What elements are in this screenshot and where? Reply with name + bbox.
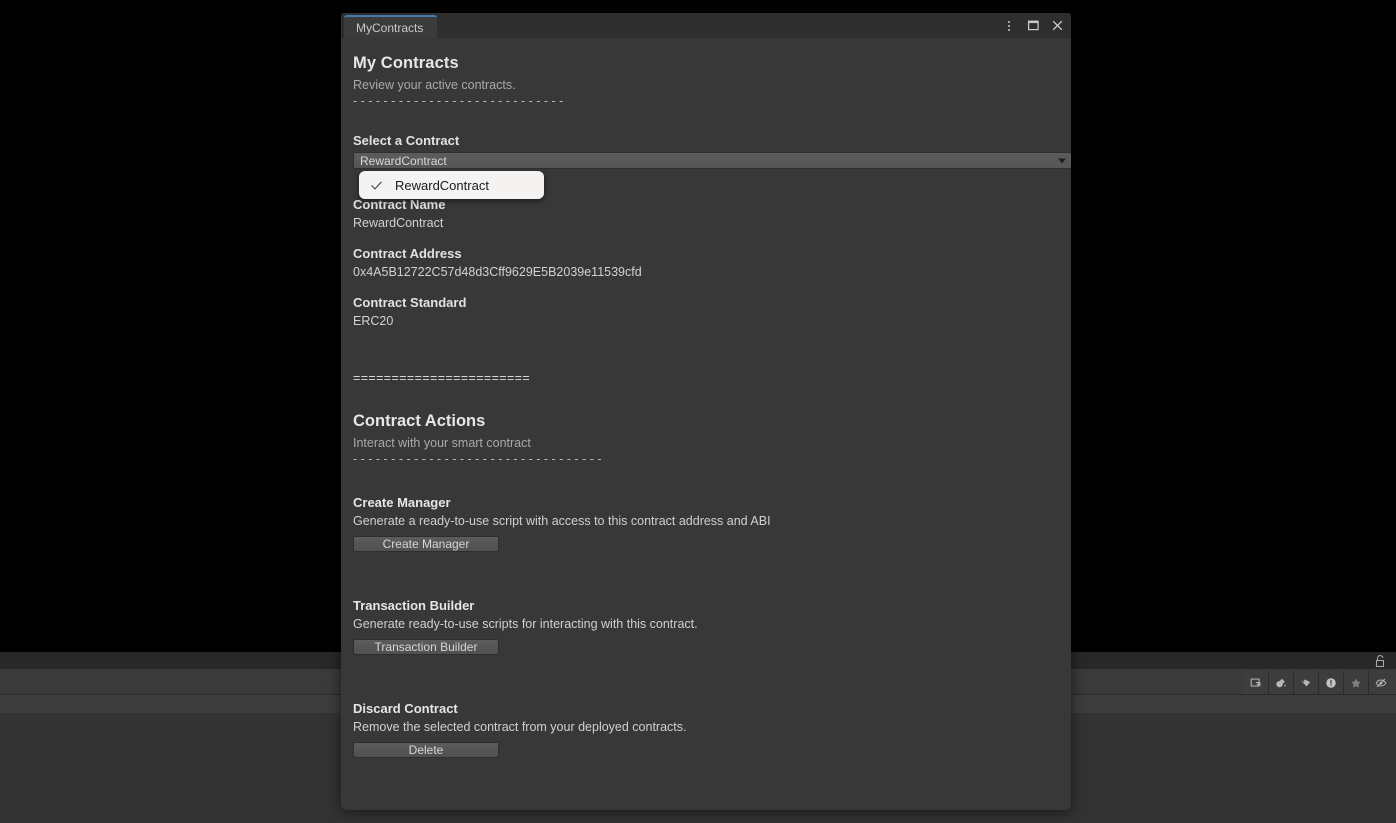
- detail-contract-standard: Contract Standard ERC20: [353, 295, 1049, 328]
- detail-value: 0x4A5B12722C57d48d3Cff9629E5B2039e11539c…: [353, 265, 1049, 279]
- select-contract-label: Select a Contract: [353, 133, 1049, 148]
- action-create-manager: Create Manager Generate a ready-to-use s…: [353, 495, 1049, 552]
- contract-option-label[interactable]: RewardContract: [395, 178, 489, 193]
- alert-circle-icon[interactable]: [1318, 671, 1343, 694]
- transaction-builder-button[interactable]: Transaction Builder: [353, 639, 499, 655]
- action-title: Transaction Builder: [353, 598, 1049, 613]
- contract-select[interactable]: RewardContract: [353, 152, 1071, 169]
- detail-contract-address: Contract Address 0x4A5B12722C57d48d3Cff9…: [353, 246, 1049, 279]
- contract-select-wrap: RewardContract RewardContract: [353, 152, 1049, 169]
- expand-window-icon[interactable]: [1243, 671, 1268, 694]
- tag-icon[interactable]: [1293, 671, 1318, 694]
- star-icon[interactable]: [1343, 671, 1368, 694]
- paint-bucket-icon[interactable]: [1268, 671, 1293, 694]
- action-discard-contract: Discard Contract Remove the selected con…: [353, 701, 1049, 758]
- action-description: Remove the selected contract from your d…: [353, 720, 1049, 734]
- header-divider: - - - - - - - - - - - - - - - - - - - - …: [353, 93, 1049, 109]
- desktop-icon-toolbar: [1243, 671, 1393, 694]
- action-title: Create Manager: [353, 495, 1049, 510]
- action-transaction-builder: Transaction Builder Generate ready-to-us…: [353, 598, 1049, 655]
- contract-actions-title: Contract Actions: [353, 412, 1049, 431]
- screen-root: MyContracts: [0, 0, 1396, 823]
- contract-actions-divider: - - - - - - - - - - - - - - - - - - - - …: [353, 451, 1049, 467]
- window-content: My Contracts Review your active contract…: [341, 38, 1071, 810]
- eye-off-icon[interactable]: [1368, 671, 1393, 694]
- window-titlebar: MyContracts: [341, 13, 1071, 38]
- detail-label: Contract Address: [353, 246, 1049, 261]
- page-subtitle: Review your active contracts.: [353, 78, 1049, 92]
- page-title: My Contracts: [353, 54, 1049, 73]
- detail-label: Contract Standard: [353, 295, 1049, 310]
- lock-open-icon[interactable]: [1372, 653, 1388, 669]
- contract-select-popup: RewardContract: [359, 171, 544, 199]
- kebab-menu-icon[interactable]: [1002, 17, 1016, 35]
- window-controls: [1002, 13, 1071, 38]
- my-contracts-window: MyContracts: [341, 13, 1071, 810]
- action-description: Generate a ready-to-use script with acce…: [353, 514, 1049, 528]
- detail-contract-name: Contract Name RewardContract: [353, 197, 1049, 230]
- check-icon: [370, 179, 383, 192]
- delete-button[interactable]: Delete: [353, 742, 499, 758]
- detail-value: ERC20: [353, 314, 1049, 328]
- contract-actions-subtitle: Interact with your smart contract: [353, 436, 1049, 450]
- action-description: Generate ready-to-use scripts for intera…: [353, 617, 1049, 631]
- create-manager-button[interactable]: Create Manager: [353, 536, 499, 552]
- contract-select-value: RewardContract: [360, 154, 447, 168]
- chevron-down-icon: [1058, 158, 1066, 163]
- action-title: Discard Contract: [353, 701, 1049, 716]
- close-icon[interactable]: [1050, 17, 1064, 35]
- maximize-icon[interactable]: [1026, 17, 1040, 35]
- tab-label: MyContracts: [356, 21, 423, 35]
- detail-label: Contract Name: [353, 197, 1049, 212]
- detail-value: RewardContract: [353, 216, 1049, 230]
- tab-mycontracts[interactable]: MyContracts: [344, 15, 437, 38]
- section-separator: =======================: [353, 370, 1049, 386]
